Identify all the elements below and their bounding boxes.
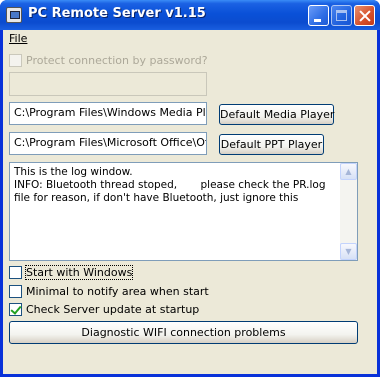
diagnostic-wifi-button[interactable]: Diagnostic WIFI connection problems [9, 321, 358, 344]
protect-password-checkbox: Protect connection by password? [9, 54, 209, 68]
log-text: This is the log window. INFO: Bluetooth … [14, 166, 326, 204]
protect-password-box [9, 54, 22, 67]
minimal-notify-box[interactable] [9, 285, 22, 298]
media-player-path-input[interactable]: C:\Program Files\Windows Media Player\wm… [9, 102, 207, 125]
check-update-label[interactable]: Check Server update at startup [26, 303, 199, 316]
scroll-up-arrow-icon[interactable]: ▲ [340, 163, 357, 180]
log-window[interactable]: This is the log window. INFO: Bluetooth … [9, 162, 358, 261]
scroll-down-arrow-icon[interactable]: ▼ [340, 243, 357, 260]
title-bar[interactable]: PC Remote Server v1.15 [0, 0, 380, 30]
window-title: PC Remote Server v1.15 [28, 6, 206, 21]
check-update-box[interactable] [9, 303, 22, 316]
menu-bar: File [3, 30, 377, 48]
password-field [9, 72, 207, 96]
start-with-windows-checkbox[interactable]: Start with Windows [9, 265, 149, 280]
start-with-windows-label[interactable]: Start with Windows [24, 265, 134, 280]
log-scrollbar[interactable]: ▲ ▼ [340, 163, 357, 260]
app-window: PC Remote Server v1.15 File Protect conn… [0, 0, 380, 377]
ppt-player-path-input[interactable]: C:\Program Files\Microsoft Office\Office… [9, 132, 207, 155]
protect-password-label: Protect connection by password? [26, 54, 208, 67]
default-ppt-player-button[interactable]: Default PPT Player [219, 134, 324, 155]
minimal-notify-label[interactable]: Minimal to notify area when start [26, 285, 209, 298]
menu-file-label: File [9, 32, 28, 45]
minimal-notify-checkbox[interactable]: Minimal to notify area when start [9, 285, 209, 299]
menu-file[interactable]: File [9, 32, 27, 45]
client-area: File Protect connection by password? C:\… [3, 30, 377, 374]
default-media-player-button[interactable]: Default Media Player [219, 104, 334, 125]
close-button[interactable] [354, 5, 375, 26]
minimize-button[interactable] [308, 5, 329, 26]
app-icon [6, 7, 22, 23]
maximize-button [331, 5, 352, 26]
check-update-checkbox[interactable]: Check Server update at startup [9, 303, 209, 317]
start-with-windows-box[interactable] [9, 266, 22, 279]
